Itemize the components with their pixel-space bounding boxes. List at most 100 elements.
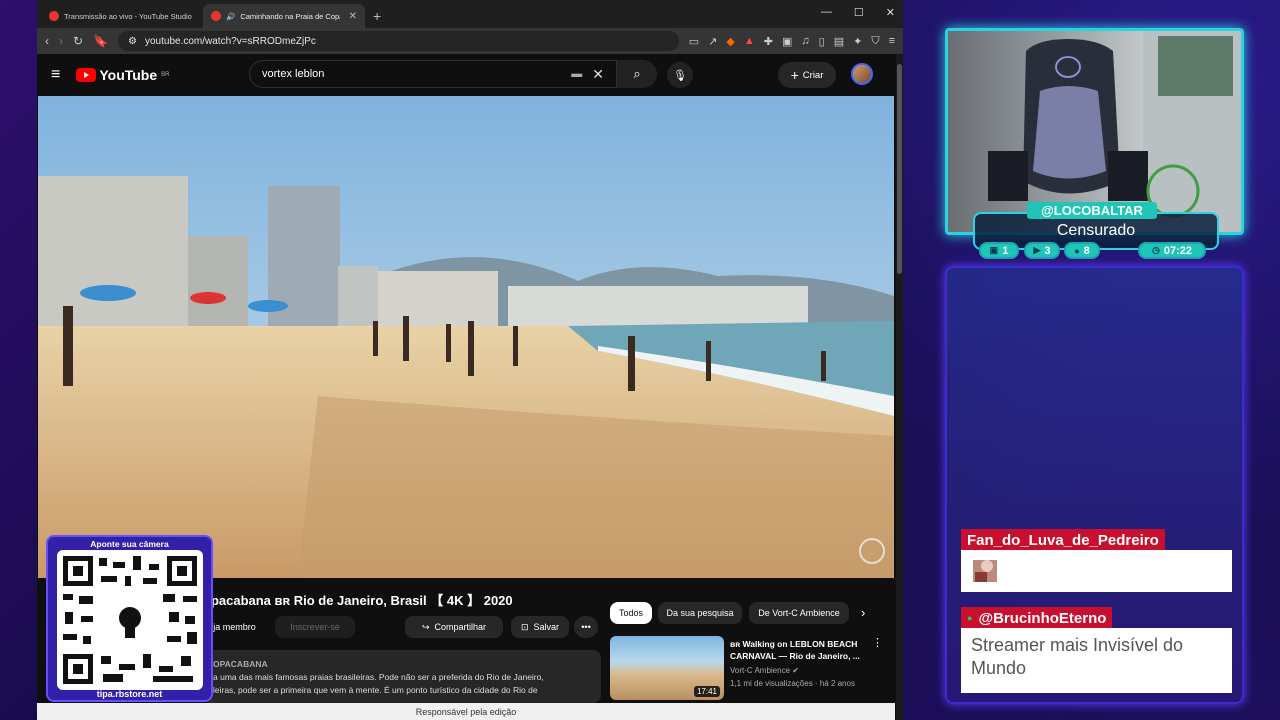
- logo-text: YouTube: [99, 67, 158, 83]
- subscribe-button[interactable]: Inscrever-se: [275, 616, 355, 638]
- chat-username: ● @BrucinhoEterno: [961, 607, 1113, 629]
- description-channel: OPACABANA: [213, 659, 268, 669]
- vpn-icon[interactable]: ⛉: [871, 35, 879, 48]
- tab-bar: Transmissão ao vivo - YouTube Studio 🔊 Ca…: [37, 0, 903, 28]
- filter-chip-search[interactable]: Da sua pesquisa: [658, 602, 742, 624]
- share-button[interactable]: ↪ Compartilhar: [405, 616, 503, 638]
- qr-widget: Aponte sua câmera tipa.rbstore.net: [46, 535, 213, 702]
- menu-icon[interactable]: ≡: [889, 35, 895, 48]
- tab-studio[interactable]: Transmissão ao vivo - YouTube Studio: [41, 4, 203, 28]
- subscribe-label: Inscrever-se: [290, 622, 340, 632]
- close-window-icon[interactable]: ✕: [886, 6, 895, 19]
- clock-icon: ◷: [1152, 245, 1160, 255]
- tab-copacabana[interactable]: 🔊 Caminhando na Praia de Copacabana ✕: [203, 4, 365, 28]
- stat-value: 8: [1083, 244, 1090, 257]
- viewers-icon: ●: [1074, 245, 1080, 256]
- ai-icon[interactable]: ✦: [853, 35, 862, 48]
- sidebar-icon[interactable]: ▯: [819, 35, 825, 48]
- tab-label: Caminhando na Praia de Copacabana: [240, 11, 340, 21]
- twitch-icon: ▣: [989, 245, 999, 255]
- minimize-icon[interactable]: —: [821, 6, 832, 19]
- streamer-handle: @LOCOBALTAR: [1027, 202, 1157, 219]
- video-thumbnail[interactable]: 17:41: [610, 636, 724, 700]
- more-icon: •••: [581, 622, 591, 632]
- duration-badge: 17:41: [693, 686, 720, 697]
- filter-chip-channel[interactable]: De Vort-C Ambience: [749, 602, 849, 624]
- new-tab-button[interactable]: +: [373, 8, 381, 24]
- url-text: youtube.com/watch?v=sRRODmeZjPc: [144, 35, 316, 47]
- youtube-icon: [211, 11, 221, 21]
- qr-pattern: [63, 556, 197, 684]
- qr-url: tipa.rbstore.net: [96, 689, 163, 699]
- music-icon[interactable]: ♫: [801, 35, 809, 48]
- beach-scene: [38, 96, 894, 578]
- more-actions-button[interactable]: •••: [574, 616, 598, 638]
- recommended-video[interactable]: 17:41 ʙʀ Walking on LEBLON BEACH CARNAVA…: [610, 636, 883, 700]
- filter-label: Da sua pesquisa: [666, 608, 734, 618]
- status-bar: Responsável pela edição: [37, 703, 895, 720]
- region-label: BR: [161, 72, 170, 78]
- save-label: Salvar: [533, 622, 560, 632]
- mic-icon: 🎙: [673, 69, 687, 82]
- youtube-header: ≡ YouTube BR vortex leblon ▬ ✕ ⌕ 🎙 + Criar: [37, 54, 903, 96]
- youtube-logo[interactable]: YouTube BR: [76, 67, 170, 83]
- site-info-icon[interactable]: ⚙: [128, 36, 137, 47]
- chat-username-text: Fan_do_Luva_de_Pedreiro: [967, 531, 1159, 549]
- share-label: Compartilhar: [434, 622, 487, 632]
- bookmark-icon[interactable]: 🔖: [93, 34, 108, 48]
- scrollbar[interactable]: [896, 54, 903, 720]
- chat-message-text: Streamer mais Invisível do Mundo: [971, 635, 1184, 678]
- voice-search-button[interactable]: 🎙: [667, 62, 693, 88]
- maximize-icon[interactable]: ☐: [854, 6, 864, 19]
- share-arrow-icon: ↪: [421, 621, 430, 632]
- filter-label: Todos: [618, 608, 644, 618]
- avatar[interactable]: [851, 63, 873, 85]
- plus-icon: +: [790, 67, 799, 83]
- stat-viewers: ● 8: [1064, 242, 1100, 259]
- shield-icon[interactable]: ◆: [726, 35, 734, 48]
- close-tab-icon[interactable]: ✕: [349, 11, 357, 22]
- address-bar-row: ‹ › ↻ 🔖 ⚙ youtube.com/watch?v=sRRODmeZjPc…: [37, 28, 903, 54]
- url-field[interactable]: ⚙ youtube.com/watch?v=sRRODmeZjPc: [118, 31, 679, 51]
- youtube-studio-icon: [49, 11, 59, 21]
- stat-clock: ◷ 07:22: [1138, 242, 1206, 259]
- stat-youtube: ▶ 3: [1024, 242, 1060, 259]
- chevron-right-icon[interactable]: ›: [861, 605, 865, 620]
- reload-icon[interactable]: ↻: [73, 34, 83, 48]
- search-value: vortex leblon: [262, 68, 325, 80]
- extensions-icon[interactable]: ✚: [764, 35, 773, 48]
- cast-icon[interactable]: ▭: [689, 35, 699, 48]
- back-icon[interactable]: ‹: [45, 34, 49, 48]
- forward-icon[interactable]: ›: [59, 34, 63, 48]
- chat-message: [961, 550, 1232, 592]
- filter-chip-all[interactable]: Todos: [610, 602, 652, 624]
- emote-icon: [973, 560, 997, 582]
- chat-message: Streamer mais Invisível do Mundo: [961, 628, 1232, 693]
- rewards-icon[interactable]: ▲: [744, 35, 755, 48]
- save-button[interactable]: ⊡ Salvar: [511, 616, 569, 638]
- recommended-meta: 1,1 mi de visualizações · há 2 anos: [730, 679, 855, 688]
- stat-value: 1: [1002, 244, 1009, 257]
- description-line: a uma das mais famosas praias brasileira…: [213, 672, 544, 682]
- create-button[interactable]: + Criar: [778, 62, 836, 88]
- recommended-channel: Vort-C Ambience ✔: [730, 666, 799, 675]
- description-box[interactable]: OPACABANA a uma das mais famosas praias …: [203, 650, 601, 703]
- scrollbar-thumb[interactable]: [897, 64, 902, 274]
- wallet-icon[interactable]: ▤: [834, 35, 844, 48]
- description-line: leiras, pode ser a primeira que vem à me…: [213, 685, 538, 695]
- hamburger-icon[interactable]: ≡: [51, 66, 60, 84]
- keyboard-icon[interactable]: ▬: [571, 68, 582, 80]
- stream-caption: Censurado: [1056, 222, 1136, 239]
- youtube-icon: ▶: [1033, 245, 1041, 255]
- search-input[interactable]: vortex leblon ▬ ✕: [249, 60, 617, 88]
- video-player[interactable]: [38, 96, 894, 578]
- share-icon[interactable]: ↗: [708, 35, 717, 48]
- youtube-icon: ●: [967, 613, 973, 623]
- clear-search-icon[interactable]: ✕: [592, 66, 604, 83]
- chat-username-text: @BrucinhoEterno: [978, 609, 1107, 627]
- screenshot-icon[interactable]: ▣: [782, 35, 792, 48]
- kebab-icon[interactable]: ⋮: [872, 636, 883, 649]
- chat-username: Fan_do_Luva_de_Pedreiro: [961, 529, 1165, 551]
- speaker-icon: 🔊: [226, 11, 236, 21]
- search-button[interactable]: ⌕: [617, 60, 657, 88]
